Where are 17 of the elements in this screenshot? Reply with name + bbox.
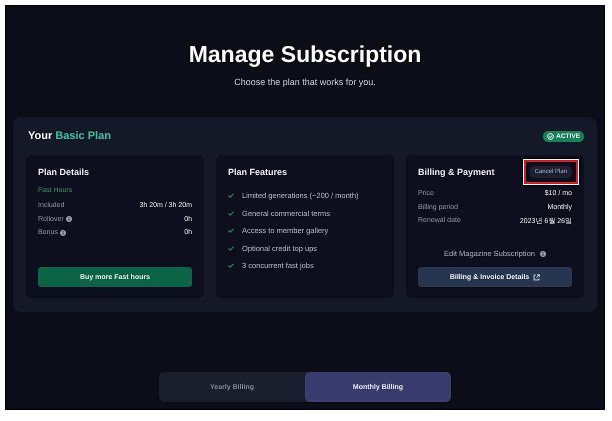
info-icon [60,230,66,236]
info-icon [66,216,72,222]
panel-heading: Plan Features [228,167,288,177]
check-icon [228,246,234,251]
check-icon [228,228,234,234]
info-icon [540,250,546,256]
plan-name: Basic Plan [55,130,111,142]
page-subtitle: Choose the plan that works for you. [234,77,376,87]
check-icon [228,210,234,216]
check-icon [228,193,234,198]
check-circle-icon [547,132,554,140]
panel-heading: Billing & Payment [418,167,495,177]
page-title: Manage Subscription [188,41,422,68]
plan-label: Your [28,130,52,142]
check-icon [228,263,234,268]
panel-heading: Plan Details [38,167,90,177]
external-link-icon [533,274,540,280]
